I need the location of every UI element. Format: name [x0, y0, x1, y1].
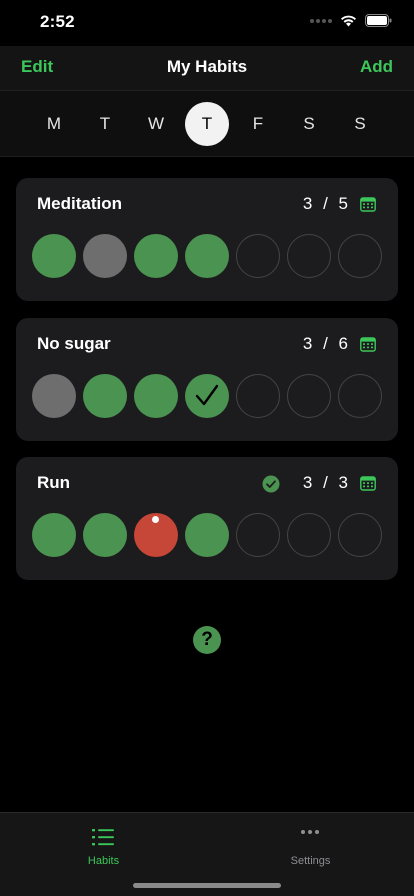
day-circle-done-check[interactable]	[185, 374, 229, 418]
day-circle-empty[interactable]	[236, 234, 280, 278]
help-button[interactable]: ?	[193, 626, 221, 654]
list-icon	[92, 829, 114, 846]
status-indicators	[310, 14, 392, 27]
day-circle-empty[interactable]	[236, 513, 280, 557]
tab-habits-label: Habits	[87, 855, 120, 867]
day-circle-done[interactable]	[32, 513, 76, 557]
habit-week	[32, 513, 382, 557]
day-wednesday[interactable]: W	[134, 102, 178, 146]
day-selector: M T W T F S S	[0, 90, 414, 157]
day-friday[interactable]: F	[236, 102, 280, 146]
day-circle-empty[interactable]	[338, 374, 382, 418]
day-circle-fail[interactable]	[134, 513, 178, 557]
day-circle-empty[interactable]	[236, 374, 280, 418]
calendar-icon[interactable]	[360, 336, 376, 352]
wifi-icon	[341, 15, 356, 27]
habit-name: No sugar	[37, 334, 111, 353]
progress-goal: 6	[338, 334, 348, 353]
add-button[interactable]: Add	[360, 57, 393, 77]
day-thursday[interactable]: T	[185, 102, 229, 146]
goal-met-icon	[262, 475, 280, 493]
home-indicator	[133, 883, 281, 888]
tab-settings[interactable]: Settings	[207, 819, 414, 869]
day-circle-empty[interactable]	[287, 234, 331, 278]
day-circle-done[interactable]	[134, 374, 178, 418]
habit-card[interactable]: Run 3 / 3	[16, 457, 398, 580]
more-icon	[301, 830, 319, 834]
progress-separator: /	[323, 194, 328, 213]
progress-separator: /	[323, 473, 328, 492]
habit-progress: 3 / 5	[303, 194, 348, 214]
day-circle-done[interactable]	[185, 513, 229, 557]
checkmark-icon	[195, 384, 219, 406]
calendar-icon[interactable]	[360, 196, 376, 212]
signal-icon	[310, 18, 332, 23]
habit-name: Meditation	[37, 194, 122, 213]
tab-bar: Habits Settings	[0, 812, 414, 896]
day-tuesday[interactable]: T	[83, 102, 127, 146]
day-circle-empty[interactable]	[287, 513, 331, 557]
status-time: 2:52	[40, 12, 75, 31]
progress-done: 3	[302, 473, 313, 492]
day-circle-empty[interactable]	[338, 234, 382, 278]
habit-name: Run	[37, 473, 71, 492]
day-sunday[interactable]: S	[338, 102, 382, 146]
day-circle-skip[interactable]	[83, 234, 127, 278]
day-circle-done[interactable]	[83, 513, 127, 557]
battery-icon	[365, 14, 392, 27]
nav-bar: Edit My Habits Add	[0, 46, 414, 90]
day-circle-done[interactable]	[185, 234, 229, 278]
progress-goal: 3	[338, 473, 348, 492]
day-circle-done[interactable]	[83, 374, 127, 418]
progress-done: 3	[302, 194, 313, 213]
day-circle-done[interactable]	[32, 234, 76, 278]
progress-goal: 5	[338, 194, 348, 213]
habit-card[interactable]: Meditation 3 / 5	[16, 178, 398, 301]
day-circle-empty[interactable]	[338, 513, 382, 557]
today-marker-dot	[152, 516, 159, 523]
day-circle-done[interactable]	[134, 234, 178, 278]
tab-settings-label: Settings	[290, 855, 331, 867]
status-bar: 2:52	[0, 0, 414, 46]
tab-habits[interactable]: Habits	[0, 819, 207, 869]
habit-card[interactable]: No sugar 3 / 6	[16, 318, 398, 441]
habit-week	[32, 374, 382, 418]
habit-progress: 3 / 6	[303, 334, 348, 354]
progress-separator: /	[323, 334, 328, 353]
edit-button[interactable]: Edit	[21, 57, 53, 77]
habit-week	[32, 234, 382, 278]
progress-done: 3	[302, 334, 313, 353]
day-circle-empty[interactable]	[287, 374, 331, 418]
day-monday[interactable]: M	[32, 102, 76, 146]
page-title: My Habits	[166, 57, 248, 76]
day-circle-skip[interactable]	[32, 374, 76, 418]
day-saturday[interactable]: S	[287, 102, 331, 146]
habit-progress: 3 / 3	[303, 473, 348, 493]
calendar-icon[interactable]	[360, 475, 376, 491]
